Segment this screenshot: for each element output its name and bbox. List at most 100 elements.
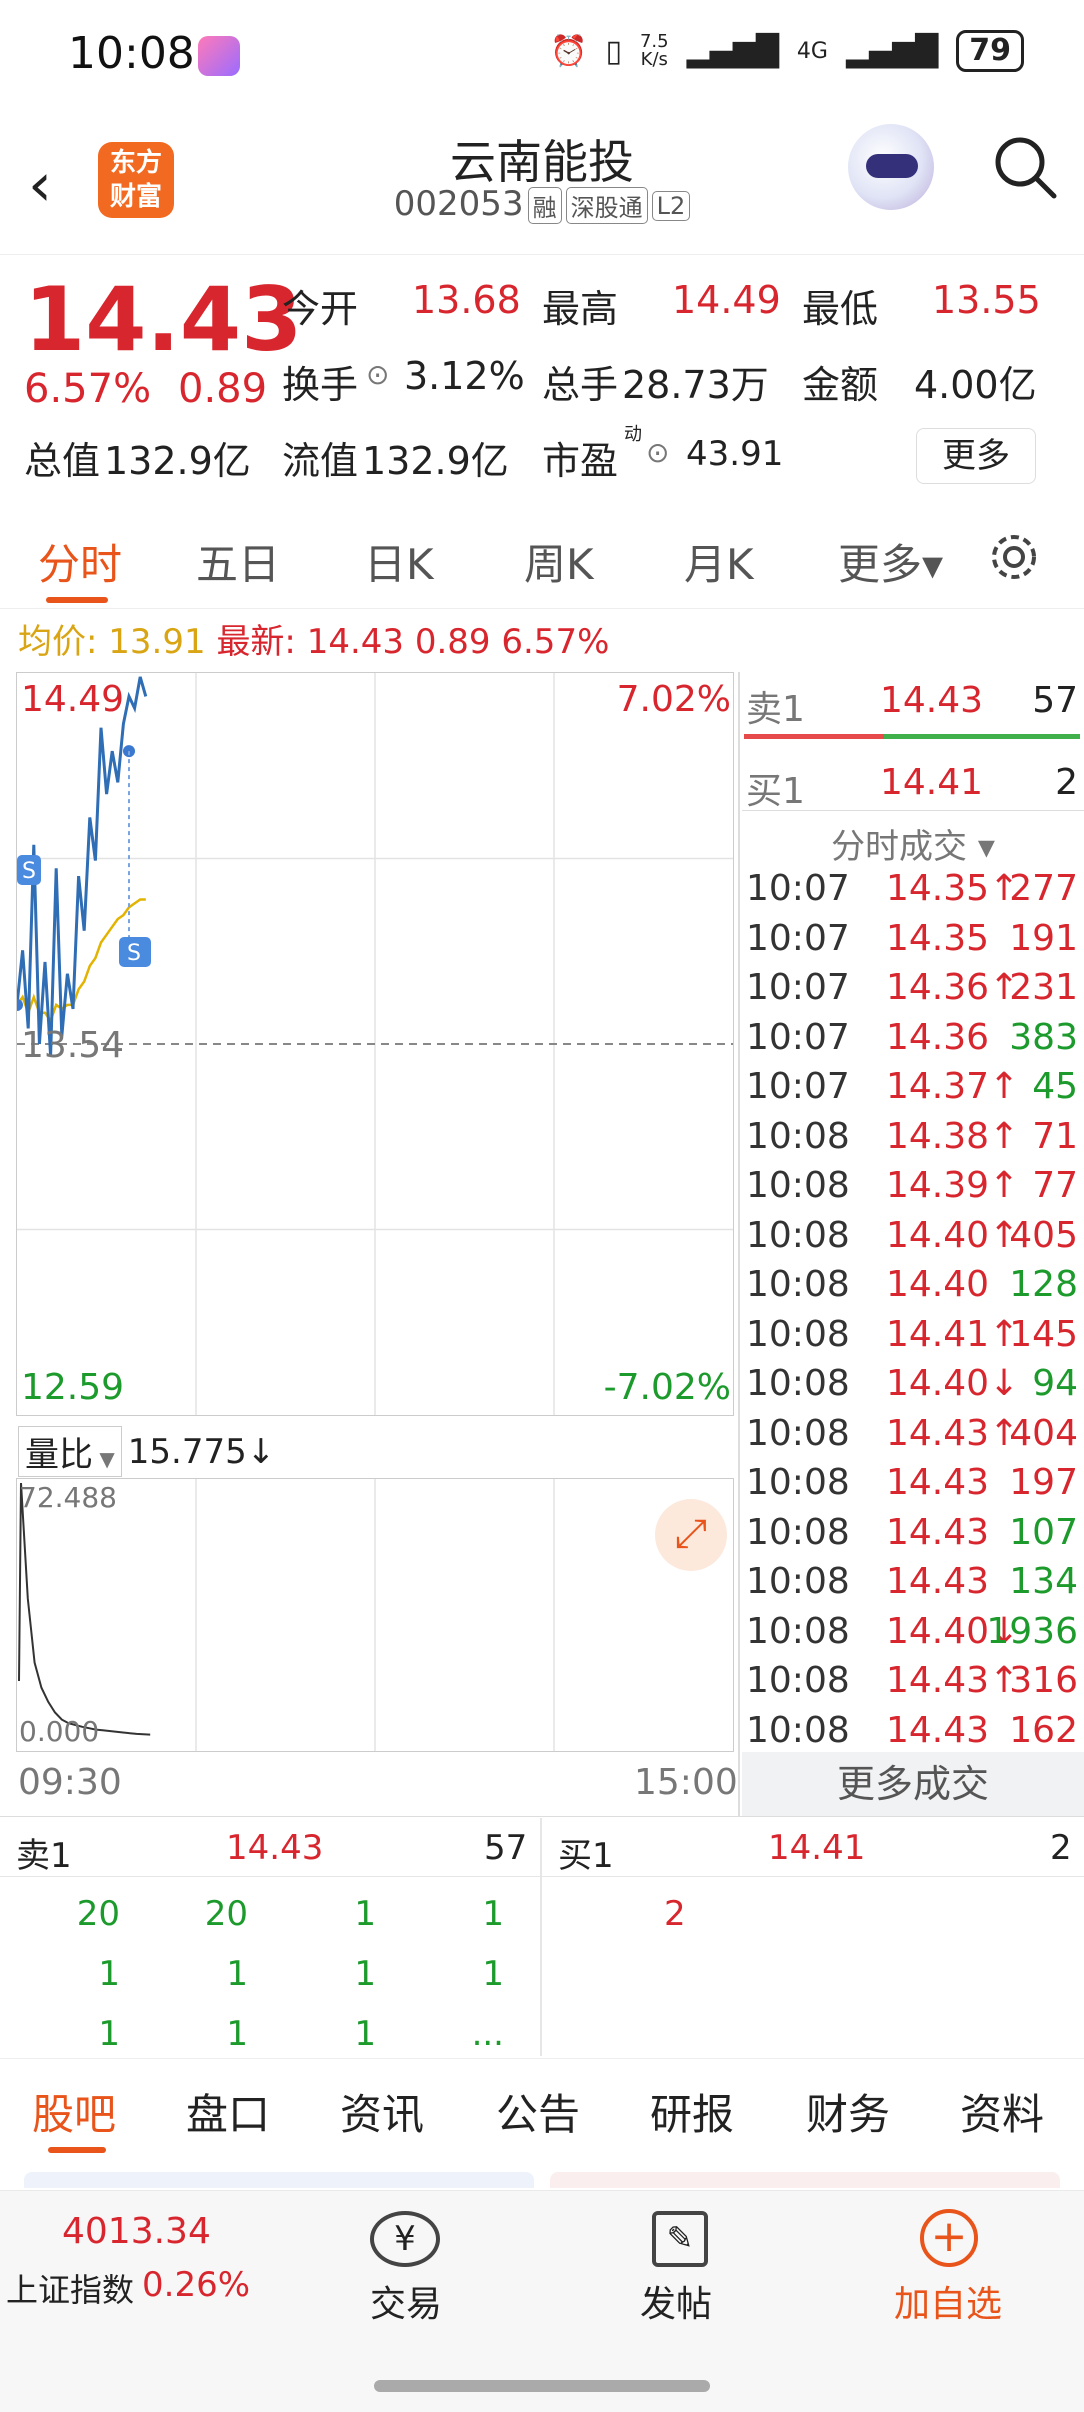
pe-label: 市盈 — [542, 439, 619, 483]
trade-time: 10:08 — [746, 1214, 850, 1256]
index-name[interactable]: 上证指数 — [6, 2265, 134, 2311]
assistant-robot-icon[interactable] — [848, 124, 934, 210]
tab-pankou[interactable]: 盘口 — [186, 2081, 270, 2142]
add-watchlist-icon[interactable]: + — [920, 2209, 978, 2267]
turnover-value: 3.12% — [404, 354, 525, 398]
pe-dynamic-sup: 动 — [624, 424, 642, 445]
expand-icon[interactable]: ⤢ — [655, 1499, 727, 1571]
trade-volume: 162 — [1009, 1709, 1078, 1751]
trade-price: 14.43↑ — [886, 1412, 1020, 1454]
trade-time: 10:07 — [746, 967, 850, 1008]
vr-top-value: 72.488 — [19, 1481, 117, 1514]
panel-divider — [738, 672, 740, 1816]
trade-row: 10:08 14.43 134 — [742, 1555, 1084, 1605]
queue-bid-price: 14.41 — [768, 1828, 866, 1868]
trade-row: 10:07 14.37↑ 45 — [742, 1060, 1084, 1110]
trade-volume: 405 — [1009, 1214, 1078, 1256]
mcap-value: 132.9亿 — [104, 439, 251, 483]
amount-label: 金额 — [802, 363, 879, 407]
trade-price: 14.43 — [886, 1709, 990, 1751]
trades-header[interactable]: 分时成交 ▾ — [742, 811, 1084, 867]
chart-bottom-price: 12.59 — [21, 1367, 125, 1408]
signal-icon-2: ▂▄▆█ — [845, 33, 939, 69]
trade-time: 10:08 — [746, 1709, 850, 1751]
info-icon[interactable]: ⊙ — [366, 358, 389, 391]
open-value: 13.68 — [412, 278, 521, 322]
index-pct[interactable]: 0.26% — [142, 2265, 250, 2305]
low-value: 13.55 — [932, 278, 1041, 322]
post-edit-icon[interactable]: ✎ — [652, 2211, 708, 2267]
sell-signal-label: S — [22, 859, 36, 884]
trade-label[interactable]: 交易 — [370, 2275, 442, 2327]
add-watchlist-label[interactable]: 加自选 — [894, 2275, 1002, 2327]
tab-research[interactable]: 研报 — [650, 2081, 734, 2142]
battery-icon: 79 — [956, 30, 1024, 72]
more-trades-button[interactable]: 更多成交 — [742, 1752, 1084, 1816]
trade-row: 10:07 14.35↑ 277 — [742, 862, 1084, 912]
content-tab-indicator — [48, 2147, 106, 2153]
avg-label: 均价: — [18, 622, 98, 662]
trade-price: 14.35↑ — [886, 868, 1020, 909]
trade-row: 10:08 14.43 162 — [742, 1704, 1084, 1754]
intraday-chart[interactable]: SS 14.49 7.02% 13.54 12.59 -7.02% — [16, 672, 734, 1416]
volume-ratio-chart[interactable]: 72.488 0.000 ⤢ — [16, 1478, 734, 1752]
tab-announcements[interactable]: 公告 — [496, 2081, 580, 2142]
price-change: 0.89 — [178, 366, 268, 412]
tab-monthly-k[interactable]: 月K — [684, 531, 754, 592]
vibrate-icon: ▯ — [605, 33, 622, 69]
search-icon[interactable] — [990, 132, 1060, 202]
trade-volume: 197 — [1009, 1462, 1078, 1503]
trade-row: 10:08 14.38↑ 71 — [742, 1110, 1084, 1160]
float-value: 132.9亿 — [362, 439, 509, 483]
post-label[interactable]: 发帖 — [640, 2275, 712, 2327]
tab-news[interactable]: 资讯 — [340, 2081, 424, 2142]
trade-row: 10:08 14.43↑ 404 — [742, 1407, 1084, 1457]
amount-value: 4.00亿 — [914, 363, 1037, 407]
trade-volume: 383 — [1009, 1016, 1078, 1058]
volume-ratio-row: 量比 ▼ 15.775↓ — [18, 1426, 275, 1477]
tab-intraday[interactable]: 分时 — [38, 531, 122, 592]
volume-ratio-svg — [18, 1479, 555, 1751]
queue-ask-price: 14.43 — [226, 1828, 324, 1868]
high-value: 14.49 — [672, 278, 781, 322]
trade-icon[interactable]: ¥ — [370, 2211, 440, 2267]
price-change-pct: 6.57% — [24, 366, 152, 412]
trade-price: 14.36↑ — [886, 967, 1020, 1008]
tab-daily-k[interactable]: 日K — [364, 531, 434, 592]
index-value[interactable]: 4013.34 — [62, 2211, 211, 2252]
trade-row: 10:07 14.35 191 — [742, 912, 1084, 962]
trade-price: 14.35 — [886, 917, 990, 959]
bid-queue-cell: 2 — [664, 1894, 686, 1934]
volume-ratio-select[interactable]: 量比 ▼ — [18, 1426, 122, 1477]
volume-label: 总手 — [542, 363, 619, 407]
trade-volume: 231 — [1009, 967, 1078, 1008]
more-quote-button[interactable]: 更多 — [916, 428, 1036, 484]
trade-volume: 1936 — [986, 1610, 1078, 1652]
trade-volume: 191 — [1009, 917, 1078, 959]
tab-guba[interactable]: 股吧 — [32, 2081, 116, 2142]
tab-five-day[interactable]: 五日 — [196, 531, 280, 592]
avg-price-bar: 均价: 13.91 最新: 14.43 0.89 6.57% — [18, 614, 609, 663]
ask1-vol: 57 — [1032, 680, 1078, 721]
pe-info-icon[interactable]: ⊙ — [646, 436, 669, 469]
period-tabs: 分时 五日 日K 周K 月K 更多▾ — [0, 505, 1084, 609]
tab-more[interactable]: 更多▾ — [838, 531, 943, 592]
queue-ask-vol: 57 — [484, 1828, 528, 1868]
trade-row: 10:08 14.40↓ 94 — [742, 1357, 1084, 1407]
latest-value: 14.43 0.89 6.57% — [306, 622, 610, 662]
tab-profile[interactable]: 资料 — [960, 2081, 1044, 2142]
volume-ratio-value: 15.775↓ — [127, 1431, 276, 1472]
tab-weekly-k[interactable]: 周K — [524, 531, 594, 592]
trade-volume: 134 — [1009, 1561, 1078, 1602]
settings-gear-icon[interactable] — [986, 529, 1042, 585]
sell-signal-label: S — [127, 941, 141, 966]
trade-time: 10:07 — [746, 917, 850, 959]
trade-volume: 404 — [1009, 1412, 1078, 1454]
stock-header: ‹ 东方 财富 云南能投 002053 融深股通 L2 — [0, 110, 1084, 255]
net-speed: 7.5 K/s — [639, 31, 669, 70]
time-end: 15:00 — [634, 1762, 738, 1803]
tab-finance[interactable]: 财务 — [806, 2081, 890, 2142]
trade-marker — [17, 998, 23, 1011]
volume-value: 28.73万 — [622, 363, 769, 407]
time-start: 09:30 — [18, 1762, 122, 1803]
